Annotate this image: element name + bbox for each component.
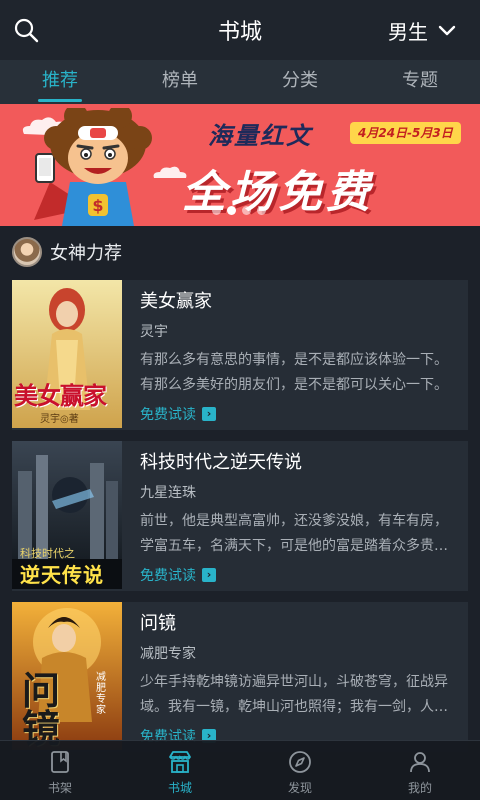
nav-label: 我的 [407,781,432,795]
banner-date-badge: 4月24日-5月3日 [350,122,461,144]
book-title[interactable]: 问镜 [140,610,458,638]
chevron-right-icon: › [202,407,216,421]
book-title[interactable]: 美女赢家 [140,288,458,316]
free-trial-label: 免费试读 [140,568,196,584]
banner-heading: 海量红文 [208,122,312,150]
cover-author: 灵宇◎著 [40,414,79,425]
top-bar: 书城 男生 [0,0,480,60]
book-cover[interactable]: 美女赢家 灵宇◎著 [12,280,122,428]
promo-banner[interactable]: $ 海量红文 4月24日-5月3日 全场免费 [0,104,480,226]
banner-main-text: 全场免费 [182,167,374,218]
svg-text:$: $ [92,196,103,215]
free-trial-link[interactable]: 免费试读 › [140,565,458,585]
nav-discover[interactable]: 发现 [240,741,360,800]
book-author: 灵宇 [140,324,168,340]
banner-pager [212,206,266,215]
book-card[interactable]: 问镜 减肥专家 问镜 减肥专家 少年手持乾坤镜访遍异世河山，斗破苍穹，征战异域。… [12,602,468,752]
chevron-right-icon: › [202,568,216,582]
nav-label: 发现 [287,781,312,795]
book-title[interactable]: 科技时代之逆天传说 [140,449,458,477]
compass-icon [289,751,311,773]
pager-dot [257,206,266,215]
bookstore-icon [169,751,191,773]
cover-title: 美女赢家 [14,382,107,410]
book-author: 九星连珠 [140,485,196,501]
pager-dot [242,206,251,215]
chevron-down-icon [438,25,456,35]
section-header: 女神力荐 [0,226,480,278]
section-title: 女神力荐 [50,243,122,264]
book-card[interactable]: 科技时代之 逆天传说 科技时代之逆天传说 九星连珠 前世，他是典型高富帅，还没爹… [12,441,468,591]
book-description: 前世，他是典型高富帅，还没爹没娘，有车有房，学富五车，名满天下，可是他的富是踏着… [140,513,448,554]
nav-bookstore[interactable]: 书城 [120,741,240,800]
book-card[interactable]: 美女赢家 灵宇◎著 美女赢家 灵宇 有那么多有意思的事情，是不是都应该体验一下。… [12,280,468,430]
nav-bookshelf[interactable]: 书架 [0,741,120,800]
cover-title: 问镜 [22,669,61,750]
bookshelf-icon [51,751,69,773]
gender-selector[interactable]: 男生 [388,16,456,45]
tab-topics[interactable]: 专题 [360,60,480,104]
nav-label: 书城 [167,781,192,795]
book-author: 减肥专家 [140,646,196,662]
tab-recommend[interactable]: 推荐 [0,60,120,104]
category-tabs: 推荐 榜单 分类 专题 [0,60,480,104]
gender-label: 男生 [388,20,428,44]
free-trial-label: 免费试读 [140,407,196,423]
pager-dot-active [227,206,236,215]
nav-label: 书架 [47,781,72,795]
avatar [12,237,42,267]
book-cover[interactable]: 问镜 减肥专家 [12,602,122,750]
free-trial-link[interactable]: 免费试读 › [140,404,458,424]
book-cover[interactable]: 科技时代之 逆天传说 [12,441,122,589]
book-description: 有那么多有意思的事情，是不是都应该体验一下。有那么多美好的朋友们，是不是都可以关… [140,352,448,393]
cover-author: 减肥专家 [96,672,106,716]
cover-title: 逆天传说 [20,563,104,587]
superhero-mascot-illustration: $ [34,108,152,226]
tab-rankings[interactable]: 榜单 [120,60,240,104]
bottom-nav: 书架 书城 发现 我的 [0,740,480,800]
profile-icon [410,752,430,773]
pager-dot [212,206,221,215]
book-description: 少年手持乾坤镜访遍异世河山，斗破苍穹，征战异域。我有一镜，乾坤山河也照得；我有一… [140,674,448,715]
tab-categories[interactable]: 分类 [240,60,360,104]
nav-profile[interactable]: 我的 [360,741,480,800]
